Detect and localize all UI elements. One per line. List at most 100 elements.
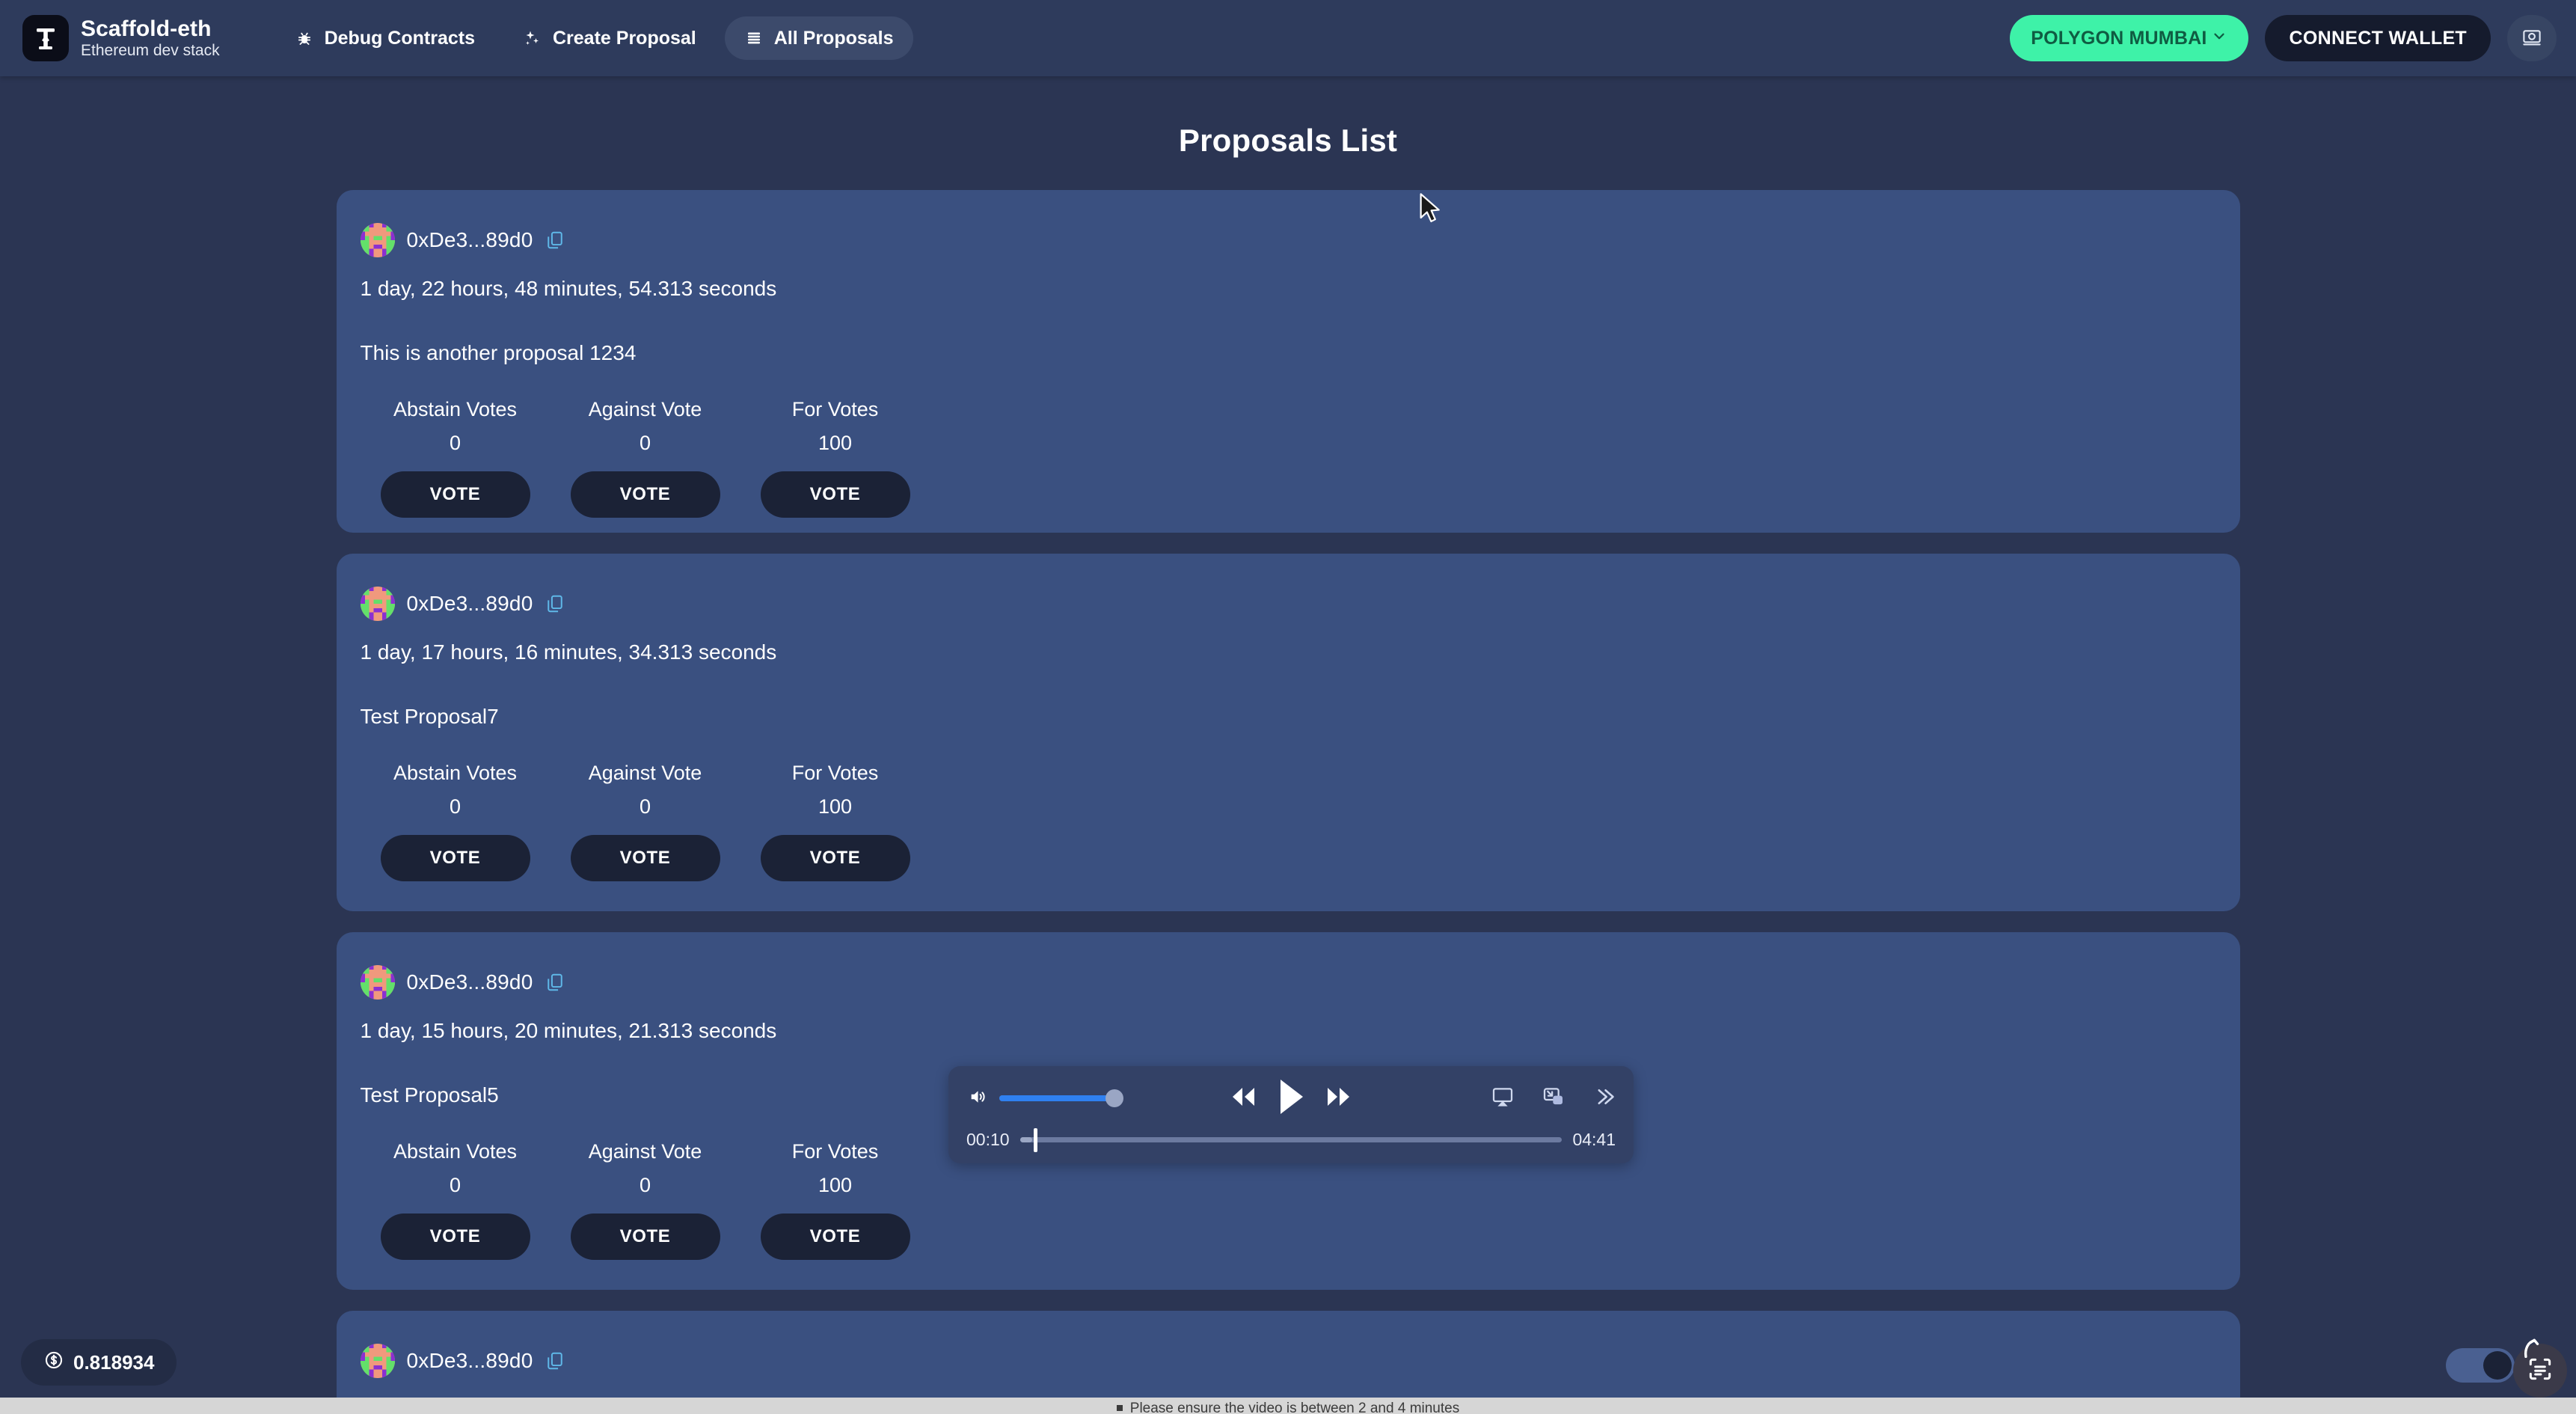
network-selector-button[interactable]: POLYGON MUMBAI xyxy=(2010,15,2249,61)
proposal-time-remaining: 1 day, 17 hours, 16 minutes, 34.313 seco… xyxy=(360,640,777,664)
vote-column-against: Against Vote 0 VOTE xyxy=(551,398,740,518)
seek-bar[interactable] xyxy=(1019,1127,1563,1152)
player-controls-row xyxy=(966,1074,1616,1123)
network-label: POLYGON MUMBAI xyxy=(2031,27,2207,49)
proposal-description: Test Proposal7 xyxy=(360,705,499,728)
avatar xyxy=(360,587,395,621)
vote-column-abstain: Abstain Votes 0 VOTE xyxy=(361,762,551,881)
connect-wallet-label: CONNECT WALLET xyxy=(2289,27,2467,49)
copy-icon[interactable] xyxy=(545,591,567,616)
vote-label: Abstain Votes xyxy=(393,398,518,420)
total-time: 04:41 xyxy=(1572,1129,1616,1149)
proposals-list: 0xDe3...89d0 1 day, 22 hours, 48 minutes… xyxy=(0,190,2576,1414)
picture-in-picture-icon[interactable] xyxy=(1541,1085,1566,1112)
avatar xyxy=(360,223,395,257)
vote-button-abstain[interactable]: VOTE xyxy=(380,471,530,518)
vote-button-for[interactable]: VOTE xyxy=(760,1213,910,1260)
status-message: Please ensure the video is between 2 and… xyxy=(1116,1401,1460,1414)
list-icon xyxy=(744,28,764,48)
dollar-circle-icon xyxy=(43,1350,64,1376)
vote-label: Abstain Votes xyxy=(393,1140,518,1163)
vote-button-against[interactable]: VOTE xyxy=(570,835,720,881)
nav-label-debug-contracts: Debug Contracts xyxy=(324,27,475,49)
vote-count: 0 xyxy=(639,432,651,454)
proposal-time-remaining: 1 day, 15 hours, 20 minutes, 21.313 seco… xyxy=(360,1019,777,1042)
vote-section: Abstain Votes 0 VOTE Against Vote 0 VOTE… xyxy=(361,762,2240,881)
airplay-icon[interactable] xyxy=(1490,1085,1515,1112)
nav-links: Debug Contracts Create Proposal All Prop… xyxy=(275,16,913,60)
proposal-address: 0xDe3...89d0 xyxy=(406,970,533,994)
vote-button-for[interactable]: VOTE xyxy=(760,471,910,518)
brand-title: Scaffold-eth xyxy=(81,16,212,42)
vote-column-abstain: Abstain Votes 0 VOTE xyxy=(361,1140,551,1260)
vote-label: For Votes xyxy=(791,762,879,784)
vote-button-abstain[interactable]: VOTE xyxy=(380,1213,530,1260)
proposal-address: 0xDe3...89d0 xyxy=(406,1349,533,1372)
avatar xyxy=(360,1344,395,1378)
vote-column-for: For Votes 100 VOTE xyxy=(740,1140,930,1260)
seek-bar-thumb[interactable] xyxy=(1033,1127,1037,1152)
vote-count: 0 xyxy=(639,795,651,818)
player-seek-row: 00:10 04:41 xyxy=(966,1123,1616,1156)
vote-button-for[interactable]: VOTE xyxy=(760,835,910,881)
brand-subtitle: Ethereum dev stack xyxy=(81,42,220,60)
connect-wallet-button[interactable]: CONNECT WALLET xyxy=(2265,15,2491,61)
vote-count: 0 xyxy=(639,1174,651,1196)
vote-count: 0 xyxy=(449,432,461,454)
chevron-double-right-icon[interactable] xyxy=(1592,1086,1616,1112)
volume-slider-thumb[interactable] xyxy=(1105,1089,1123,1107)
copy-icon[interactable] xyxy=(545,1348,567,1374)
proposal-card[interactable]: 0xDe3...89d0 1 day, 22 hours, 48 minutes… xyxy=(336,190,2240,533)
balance-pill[interactable]: 0.818934 xyxy=(21,1339,177,1386)
vote-column-against: Against Vote 0 VOTE xyxy=(551,762,740,881)
status-message-text: Please ensure the video is between 2 and… xyxy=(1129,1401,1460,1414)
nav-item-debug-contracts[interactable]: Debug Contracts xyxy=(275,16,494,60)
transport-controls xyxy=(1228,1077,1354,1120)
vote-button-abstain[interactable]: VOTE xyxy=(380,835,530,881)
status-bullet-icon xyxy=(1116,1405,1123,1411)
theme-toggle[interactable] xyxy=(2446,1348,2515,1383)
player-right-icons xyxy=(1490,1085,1616,1112)
avatar xyxy=(360,965,395,1000)
proposal-header: 0xDe3...89d0 xyxy=(360,223,2240,257)
volume-control[interactable] xyxy=(966,1086,1123,1111)
copy-icon[interactable] xyxy=(545,227,567,253)
vote-column-for: For Votes 100 VOTE xyxy=(740,762,930,881)
vote-button-against[interactable]: VOTE xyxy=(570,1213,720,1260)
vote-count: 100 xyxy=(818,432,853,454)
navbar: Scaffold-eth Ethereum dev stack Debug Co… xyxy=(0,0,2576,76)
vote-label: Against Vote xyxy=(588,762,702,784)
vote-count: 0 xyxy=(449,795,461,818)
volume-slider-fill xyxy=(999,1095,1111,1101)
brand[interactable]: Scaffold-eth Ethereum dev stack xyxy=(22,15,220,61)
theme-toggle-knob xyxy=(2483,1351,2512,1380)
page-content: Proposals List 0xDe3...89d0 1 day, 22 ho… xyxy=(0,76,2576,1414)
proposal-time-remaining: 1 day, 22 hours, 48 minutes, 54.313 seco… xyxy=(360,277,777,300)
vote-label: For Votes xyxy=(791,398,879,420)
balance-value: 0.818934 xyxy=(73,1350,155,1374)
page-title: Proposals List xyxy=(1178,123,1398,158)
proposal-header: 0xDe3...89d0 xyxy=(360,587,2240,621)
scaffold-eth-logo-icon xyxy=(22,15,69,61)
vote-button-against[interactable]: VOTE xyxy=(570,471,720,518)
copy-icon[interactable] xyxy=(545,970,567,995)
volume-slider[interactable] xyxy=(999,1089,1123,1107)
media-player-overlay[interactable]: 00:10 04:41 xyxy=(948,1066,1634,1163)
faucet-banknote-icon xyxy=(2521,26,2543,51)
nav-item-create-proposal[interactable]: Create Proposal xyxy=(503,16,716,60)
rewind-icon[interactable] xyxy=(1228,1084,1260,1113)
proposal-address: 0xDe3...89d0 xyxy=(406,228,533,251)
play-icon[interactable] xyxy=(1276,1077,1306,1120)
volume-high-icon[interactable] xyxy=(966,1086,990,1111)
nav-item-all-proposals[interactable]: All Proposals xyxy=(724,16,913,60)
nav-label-all-proposals: All Proposals xyxy=(773,27,894,49)
proposal-card[interactable]: 0xDe3...89d0 1 day, 17 hours, 16 minutes… xyxy=(336,554,2240,911)
vote-label: Against Vote xyxy=(588,1140,702,1163)
navbar-actions: POLYGON MUMBAI CONNECT WALLET xyxy=(2010,15,2557,61)
fast-forward-icon[interactable] xyxy=(1322,1084,1354,1113)
nav-label-create-proposal: Create Proposal xyxy=(553,27,696,49)
curved-arrow-icon xyxy=(2518,1335,2545,1365)
faucet-button[interactable] xyxy=(2507,15,2557,61)
proposal-description: This is another proposal 1234 xyxy=(360,341,637,364)
proposal-address: 0xDe3...89d0 xyxy=(406,592,533,615)
